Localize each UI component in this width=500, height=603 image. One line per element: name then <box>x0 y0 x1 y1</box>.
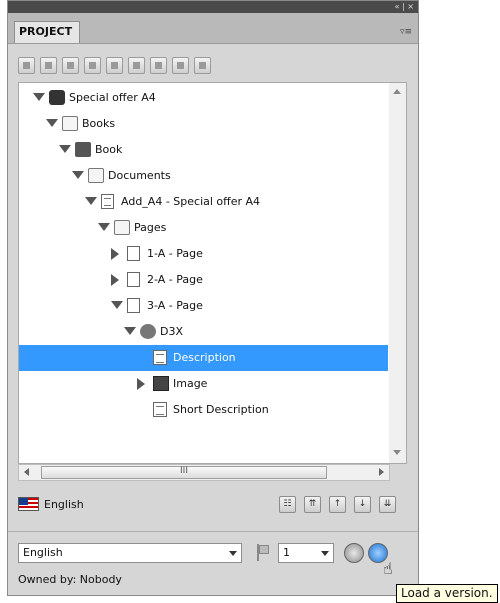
collapse-arrow-icon[interactable] <box>59 145 71 153</box>
expand-arrow-icon[interactable] <box>111 248 119 260</box>
move-bottom-icon[interactable]: ⇊ <box>379 496 396 513</box>
save-version-button[interactable] <box>344 543 364 563</box>
tab-row: PROJECT ▿≡ <box>8 13 418 44</box>
tree-row[interactable]: Short Description <box>19 397 388 423</box>
tree-row-label: Books <box>82 117 116 130</box>
collapse-arrow-icon[interactable] <box>33 93 45 101</box>
tree-vertical-scrollbar[interactable] <box>389 83 406 463</box>
chevron-down-icon <box>321 551 329 556</box>
collapse-arrow-icon[interactable] <box>111 301 123 309</box>
tree-row-label: D3X <box>160 325 184 338</box>
tree-row[interactable]: Image <box>19 371 388 397</box>
tab-project[interactable]: PROJECT <box>14 21 80 43</box>
project-tree[interactable]: Short Description Image Description D3X 3-A … <box>18 82 407 464</box>
folder-icon <box>62 116 78 131</box>
scroll-up-icon[interactable] <box>393 89 401 94</box>
books-icon <box>49 90 65 105</box>
tree-row-label: 1-A - Page <box>147 247 203 260</box>
tree-row[interactable]: Description <box>19 345 388 371</box>
folder-icon <box>88 168 104 183</box>
image-icon <box>153 376 169 391</box>
d3x-icon <box>140 324 156 339</box>
scroll-left-icon[interactable] <box>24 468 29 476</box>
tree-row[interactable]: Pages <box>19 215 388 241</box>
layout-icon[interactable] <box>18 57 35 74</box>
page-icon <box>127 272 140 287</box>
text-icon <box>153 350 167 365</box>
hand-cursor-icon: ☝ <box>383 559 393 578</box>
text-icon <box>153 402 167 417</box>
divider <box>8 531 418 532</box>
language-select-value: English <box>23 546 63 559</box>
tree-row-label: Description <box>173 351 236 364</box>
language-select[interactable]: English <box>18 543 242 563</box>
folder-icon <box>114 220 130 235</box>
tree-row[interactable]: Add_A4 - Special offer A4 <box>19 189 388 215</box>
expand-arrow-icon[interactable] <box>111 274 119 286</box>
toolbar <box>8 45 418 77</box>
owned-by-label: Owned by: Nobody <box>18 573 122 586</box>
tree-row-label: Special offer A4 <box>69 91 156 104</box>
tree-row-label: 2-A - Page <box>147 273 203 286</box>
add-icon[interactable] <box>84 57 101 74</box>
scroll-down-icon[interactable] <box>393 450 401 455</box>
tree-row[interactable]: Books <box>19 111 388 137</box>
version-select-value: 1 <box>283 546 290 559</box>
move-down-icon[interactable]: ↓ <box>354 496 371 513</box>
tree-row[interactable]: Book <box>19 137 388 163</box>
collapse-arrow-icon[interactable] <box>98 223 110 231</box>
panel-menu-icon[interactable]: ▿≡ <box>400 27 412 37</box>
tooltip: Load a version. <box>396 584 498 603</box>
scroll-right-icon[interactable] <box>379 468 384 476</box>
expand-arrow-icon[interactable] <box>137 378 145 390</box>
project-panel: « | × PROJECT ▿≡ Short Description Image D… <box>7 0 419 596</box>
tree-row-label: Image <box>173 377 208 390</box>
panel-titlebar: « | × <box>8 1 418 13</box>
collapse-arrow-icon[interactable] <box>46 119 58 127</box>
flag-marker-icon[interactable] <box>254 543 270 561</box>
copy-icon[interactable] <box>106 57 123 74</box>
doc-icon <box>101 194 114 209</box>
tree-row-label: Pages <box>134 221 167 234</box>
save-icon[interactable] <box>40 57 57 74</box>
version-select[interactable]: 1 <box>278 543 334 563</box>
tree-row-label: 3-A - Page <box>147 299 203 312</box>
tree-row[interactable]: 3-A - Page <box>19 293 388 319</box>
tree-row[interactable]: Documents <box>19 163 388 189</box>
collapse-arrow-icon[interactable] <box>72 171 84 179</box>
tree-row[interactable]: Special offer A4 <box>19 85 388 111</box>
tree-row[interactable]: D3X <box>19 319 388 345</box>
move-top-icon[interactable]: ⇈ <box>304 496 321 513</box>
tree-row-label: Book <box>95 143 123 156</box>
tree-row-label: Short Description <box>173 403 269 416</box>
scroll-thumb[interactable]: III <box>41 466 327 479</box>
collapse-arrow-icon[interactable] <box>124 327 136 335</box>
edit-icon[interactable] <box>62 57 79 74</box>
collapse-close-controls[interactable]: « | × <box>395 1 414 13</box>
outline-icon[interactable]: ☷ <box>279 496 296 513</box>
collapse-arrow-icon[interactable] <box>85 197 97 205</box>
chevron-down-icon <box>229 551 237 556</box>
page-icon <box>127 298 140 313</box>
tree-row-label: Add_A4 - Special offer A4 <box>121 195 261 208</box>
tree-horizontal-scrollbar[interactable]: III <box>18 464 390 481</box>
tree-row[interactable]: 1-A - Page <box>19 241 388 267</box>
move-up-icon[interactable]: ↑ <box>329 496 346 513</box>
book-icon <box>75 142 91 157</box>
new-page-icon[interactable] <box>150 57 167 74</box>
tree-row-label: Documents <box>108 169 171 182</box>
settings-icon[interactable] <box>194 57 211 74</box>
preview-icon[interactable] <box>172 57 189 74</box>
page-icon <box>127 246 140 261</box>
tree-row[interactable]: 2-A - Page <box>19 267 388 293</box>
delete-icon[interactable] <box>128 57 145 74</box>
us-flag-icon <box>18 497 39 511</box>
language-label: English <box>44 498 84 511</box>
